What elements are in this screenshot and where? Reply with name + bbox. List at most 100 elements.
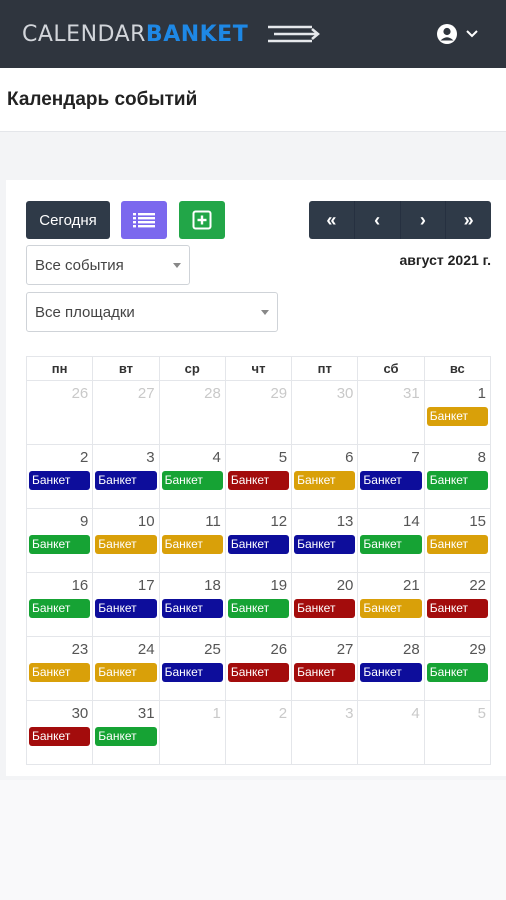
day-number: 1 bbox=[212, 705, 221, 722]
calendar-day-cell[interactable]: 25 Банкет bbox=[158, 636, 226, 701]
calendar-day-cell[interactable]: 22 Банкет bbox=[423, 572, 492, 637]
event-badge[interactable]: Банкет bbox=[360, 599, 422, 618]
calendar-day-cell[interactable]: 29 Банкет bbox=[423, 636, 492, 701]
day-number: 26 bbox=[270, 641, 288, 658]
calendar-day-cell[interactable]: 1 bbox=[158, 700, 226, 765]
calendar-week-row: 2 Банкет 3 Банкет 4 Банкет 5 Банкет 6 Банкет 7 Банк… bbox=[25, 444, 492, 509]
event-badge[interactable]: Банкет bbox=[426, 663, 488, 682]
event-badge[interactable]: Банкет bbox=[426, 407, 488, 426]
calendar-day-cell[interactable]: 17 Банкет bbox=[92, 572, 160, 637]
calendar-day-cell[interactable]: 11 Банкет bbox=[158, 508, 226, 573]
event-badge[interactable]: Банкет bbox=[161, 599, 223, 618]
calendar-day-cell[interactable]: 18 Банкет bbox=[158, 572, 226, 637]
event-badge[interactable]: Банкет bbox=[29, 599, 91, 618]
event-badge[interactable]: Банкет bbox=[95, 727, 157, 746]
event-badge[interactable]: Банкет bbox=[95, 471, 157, 490]
event-badge[interactable]: Банкет bbox=[95, 535, 157, 554]
calendar-day-cell[interactable]: 26 Банкет bbox=[224, 636, 293, 701]
event-badge[interactable]: Банкет bbox=[29, 471, 91, 490]
user-menu-button[interactable] bbox=[436, 22, 486, 46]
event-badge[interactable]: Банкет bbox=[227, 663, 290, 682]
day-number: 2 bbox=[79, 449, 89, 466]
calendar-day-cell[interactable]: 26 bbox=[25, 380, 94, 445]
event-badge[interactable]: Банкет bbox=[161, 663, 223, 682]
calendar-day-cell[interactable]: 6 Банкет bbox=[291, 444, 359, 509]
calendar-day-cell[interactable]: 8 Банкет bbox=[423, 444, 492, 509]
calendar-day-cell[interactable]: 10 Банкет bbox=[92, 508, 160, 573]
calendar-day-cell[interactable]: 19 Банкет bbox=[224, 572, 293, 637]
event-badge[interactable]: Банкет bbox=[161, 471, 223, 490]
calendar-day-cell[interactable]: 28 Банкет bbox=[357, 636, 425, 701]
calendar-day-cell[interactable]: 23 Банкет bbox=[25, 636, 94, 701]
event-badge[interactable]: Банкет bbox=[294, 599, 356, 618]
calendar-day-cell[interactable]: 7 Банкет bbox=[357, 444, 425, 509]
add-event-button[interactable] bbox=[179, 201, 225, 239]
day-number: 3 bbox=[146, 449, 155, 466]
calendar-day-cell[interactable]: 5 bbox=[423, 700, 492, 765]
menu-toggle-button[interactable] bbox=[266, 22, 322, 48]
list-view-button[interactable] bbox=[121, 201, 167, 239]
calendar-day-cell[interactable]: 27 Банкет bbox=[291, 636, 359, 701]
calendar-day-cell[interactable]: 3 bbox=[291, 700, 359, 765]
calendar-day-cell[interactable]: 30 bbox=[291, 380, 359, 445]
calendar-day-cell[interactable]: 24 Банкет bbox=[92, 636, 160, 701]
event-badge[interactable]: Банкет bbox=[426, 471, 488, 490]
event-badge[interactable]: Банкет bbox=[294, 535, 356, 554]
event-badge[interactable]: Банкет bbox=[227, 535, 290, 554]
calendar-week-row: 9 Банкет 10 Банкет 11 Банкет 12 Банкет 13 Банкет 1… bbox=[25, 508, 492, 573]
calendar-day-cell[interactable]: 5 Банкет bbox=[224, 444, 293, 509]
day-number: 24 bbox=[137, 641, 155, 658]
calendar-day-cell[interactable]: 2 bbox=[224, 700, 293, 765]
weekday-header: вт bbox=[92, 356, 160, 381]
today-button[interactable]: Сегодня bbox=[26, 201, 110, 239]
calendar-day-cell[interactable]: 9 Банкет bbox=[25, 508, 94, 573]
event-badge[interactable]: Банкет bbox=[29, 663, 91, 682]
calendar-day-cell[interactable]: 29 bbox=[224, 380, 293, 445]
calendar-day-cell[interactable]: 20 Банкет bbox=[291, 572, 359, 637]
venues-filter-select[interactable]: Все площадки bbox=[26, 292, 278, 332]
prev-year-button[interactable]: « bbox=[309, 201, 354, 239]
brand-logo[interactable]: CALENDARBANKET bbox=[22, 22, 248, 47]
weekday-header: вс bbox=[423, 356, 492, 381]
event-badge[interactable]: Банкет bbox=[95, 599, 157, 618]
calendar-day-cell[interactable]: 31 Банкет bbox=[92, 700, 160, 765]
calendar-day-cell[interactable]: 1 Банкет bbox=[423, 380, 492, 445]
event-badge[interactable]: Банкет bbox=[360, 535, 422, 554]
event-badge[interactable]: Банкет bbox=[294, 471, 356, 490]
calendar-day-cell[interactable]: 3 Банкет bbox=[92, 444, 160, 509]
event-badge[interactable]: Банкет bbox=[227, 599, 290, 618]
events-filter-select[interactable]: Все события bbox=[26, 245, 190, 285]
event-badge[interactable]: Банкет bbox=[95, 663, 157, 682]
calendar-day-cell[interactable]: 12 Банкет bbox=[224, 508, 293, 573]
calendar-day-cell[interactable]: 30 Банкет bbox=[25, 700, 94, 765]
event-badge[interactable]: Банкет bbox=[294, 663, 356, 682]
calendar-day-cell[interactable]: 16 Банкет bbox=[25, 572, 94, 637]
calendar-day-cell[interactable]: 15 Банкет bbox=[423, 508, 492, 573]
venues-filter-value: Все площадки bbox=[35, 303, 135, 321]
calendar-day-cell[interactable]: 4 bbox=[357, 700, 425, 765]
next-year-button[interactable]: » bbox=[445, 201, 491, 239]
calendar-day-cell[interactable]: 14 Банкет bbox=[357, 508, 425, 573]
event-badge[interactable]: Банкет bbox=[360, 663, 422, 682]
event-badge[interactable]: Банкет bbox=[227, 471, 290, 490]
next-month-button[interactable]: › bbox=[399, 201, 446, 239]
list-icon bbox=[133, 213, 155, 228]
day-number: 30 bbox=[71, 705, 89, 722]
event-badge[interactable]: Банкет bbox=[29, 727, 91, 746]
day-number: 18 bbox=[204, 577, 221, 594]
event-badge[interactable]: Банкет bbox=[426, 535, 488, 554]
calendar-day-cell[interactable]: 27 bbox=[92, 380, 160, 445]
calendar-day-cell[interactable]: 21 Банкет bbox=[357, 572, 425, 637]
calendar-day-cell[interactable]: 13 Банкет bbox=[291, 508, 359, 573]
prev-month-button[interactable]: ‹ bbox=[353, 201, 400, 239]
calendar-day-cell[interactable]: 28 bbox=[158, 380, 226, 445]
calendar-week-row: 30 Банкет 31 Банкет 1 2 3 4 5 bbox=[25, 700, 492, 765]
event-badge[interactable]: Банкет bbox=[29, 535, 91, 554]
event-badge[interactable]: Банкет bbox=[360, 471, 422, 490]
calendar-day-cell[interactable]: 2 Банкет bbox=[25, 444, 94, 509]
weekday-header: пн bbox=[25, 356, 94, 381]
event-badge[interactable]: Банкет bbox=[161, 535, 223, 554]
event-badge[interactable]: Банкет bbox=[426, 599, 488, 618]
calendar-day-cell[interactable]: 31 bbox=[357, 380, 425, 445]
calendar-day-cell[interactable]: 4 Банкет bbox=[158, 444, 226, 509]
